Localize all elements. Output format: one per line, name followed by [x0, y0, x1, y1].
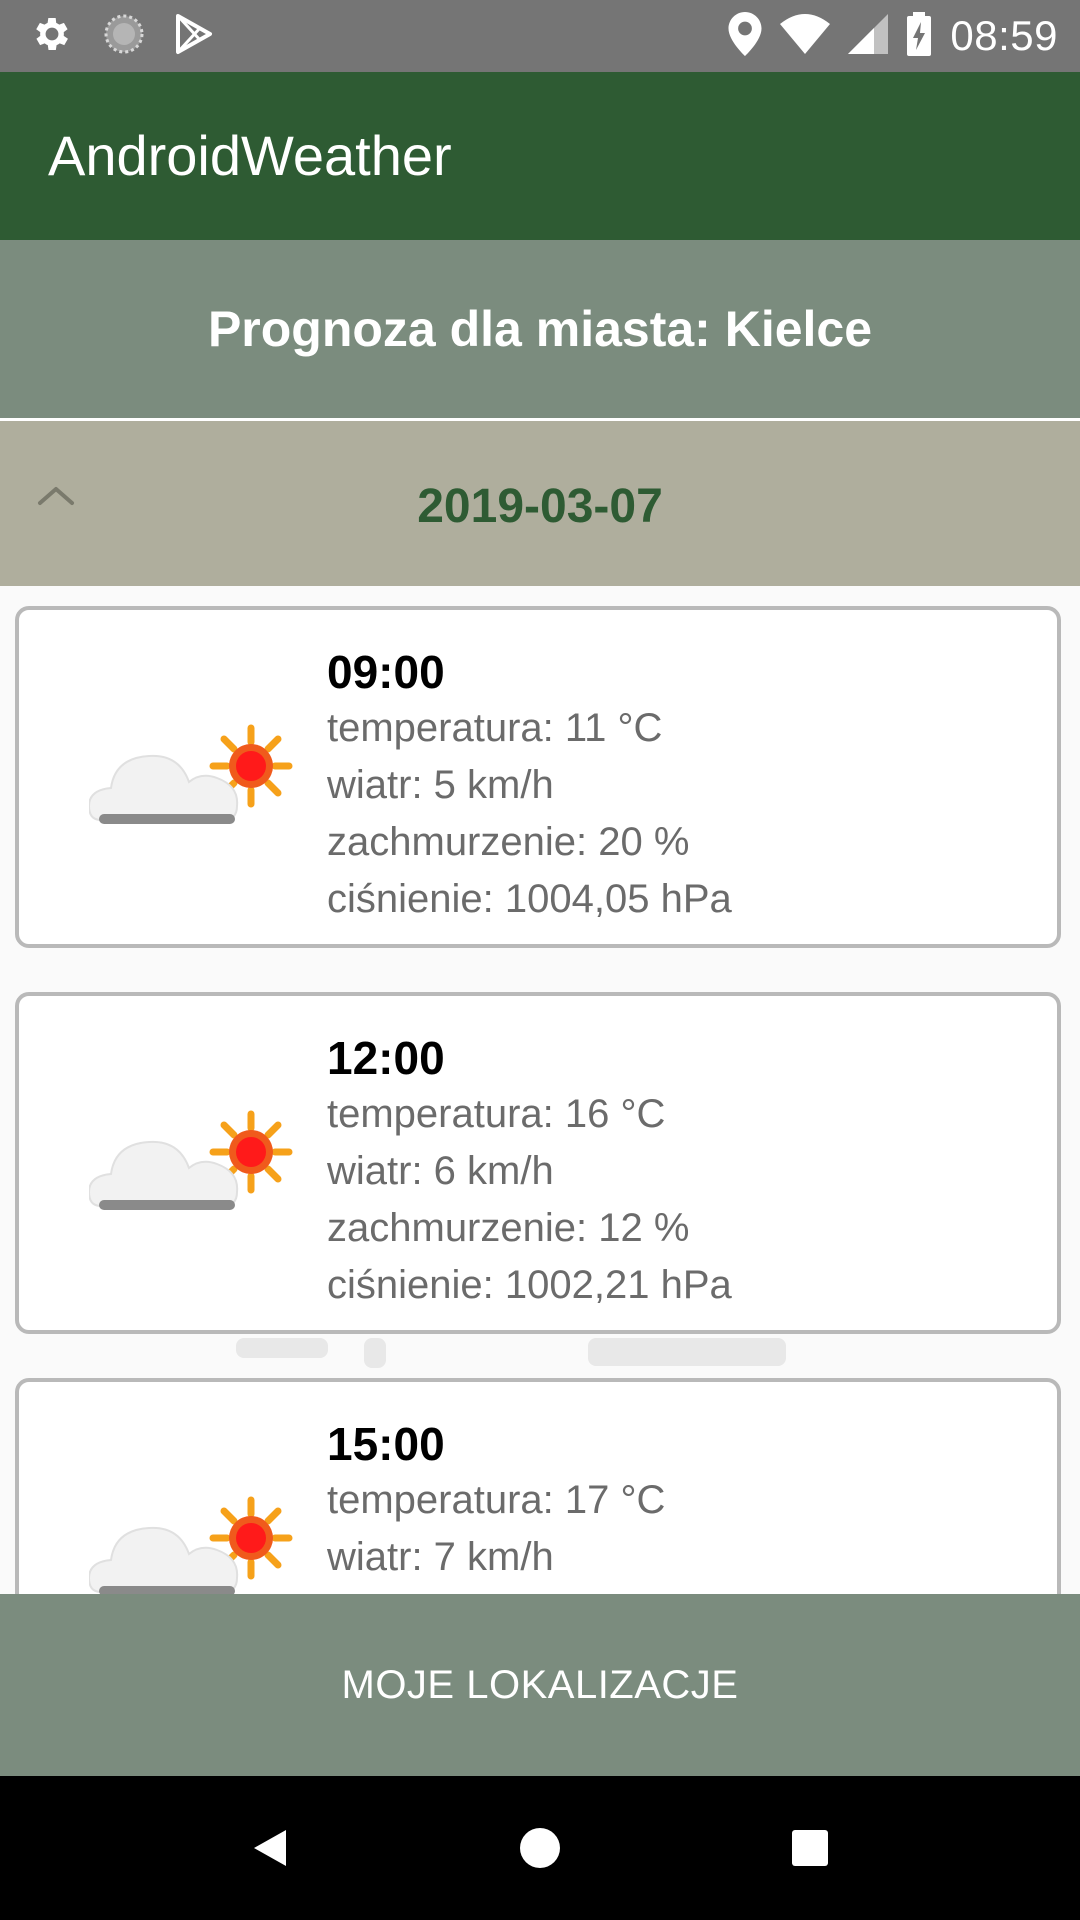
forecast-wind: wiatr: 5 km/h — [327, 763, 554, 807]
forecast-temperature: temperatura: 11 °C — [327, 706, 663, 750]
forecast-card[interactable]: 09:00 temperatura: 11 °C wiatr: 5 km/h z… — [15, 606, 1061, 948]
app-title: AndroidWeather — [48, 124, 452, 187]
background-artifact — [588, 1338, 786, 1366]
status-bar-left — [30, 12, 214, 60]
forecast-temperature: temperatura: 17 °C — [327, 1478, 666, 1522]
app-bar: AndroidWeather — [0, 72, 1080, 240]
back-icon[interactable] — [234, 1812, 306, 1884]
location-icon — [728, 11, 762, 61]
date-group-header[interactable]: 2019-03-07 — [0, 421, 1080, 586]
forecast-wind: wiatr: 7 km/h — [327, 1535, 554, 1579]
forecast-pressure: ciśnienie: 1002,21 hPa — [327, 1263, 732, 1307]
background-artifact — [364, 1338, 386, 1368]
sync-icon — [102, 12, 146, 61]
gear-icon — [30, 12, 74, 61]
forecast-details: 12:00 temperatura: 16 °C wiatr: 6 km/h z… — [327, 1030, 732, 1314]
home-icon[interactable] — [504, 1812, 576, 1884]
status-bar-right: 08:59 — [728, 10, 1058, 62]
cell-signal-icon — [848, 13, 889, 59]
forecast-list[interactable]: 09:00 temperatura: 11 °C wiatr: 5 km/h z… — [0, 586, 1080, 1594]
partly-cloudy-icon — [87, 1088, 309, 1228]
recents-icon[interactable] — [774, 1812, 846, 1884]
city-header-label: Prognoza dla miasta: Kielce — [207, 301, 873, 357]
status-time: 08:59 — [950, 12, 1058, 59]
date-label: 2019-03-07 — [417, 480, 663, 533]
forecast-details: 15:00 temperatura: 17 °C wiatr: 7 km/h — [327, 1416, 665, 1586]
my-locations-button[interactable]: MOJE LOKALIZACJE — [0, 1594, 1080, 1776]
forecast-clouds: zachmurzenie: 12 % — [327, 1206, 690, 1250]
forecast-temperature: temperatura: 16 °C — [327, 1092, 666, 1136]
navigation-bar — [0, 1776, 1080, 1920]
forecast-details: 09:00 temperatura: 11 °C wiatr: 5 km/h z… — [327, 644, 732, 928]
forecast-wind: wiatr: 6 km/h — [327, 1149, 554, 1193]
play-store-icon — [174, 12, 214, 61]
forecast-card[interactable]: 12:00 temperatura: 16 °C wiatr: 6 km/h z… — [15, 992, 1061, 1334]
background-artifact — [236, 1338, 328, 1358]
forecast-clouds: zachmurzenie: 20 % — [327, 820, 690, 864]
partly-cloudy-icon — [87, 1474, 309, 1594]
forecast-time: 12:00 — [327, 1032, 445, 1084]
forecast-pressure: ciśnienie: 1004,05 hPa — [327, 877, 732, 921]
battery-charging-icon — [906, 11, 932, 61]
forecast-card[interactable]: 15:00 temperatura: 17 °C wiatr: 7 km/h — [15, 1378, 1061, 1594]
city-header: Prognoza dla miasta: Kielce — [0, 240, 1080, 418]
forecast-time: 15:00 — [327, 1418, 445, 1470]
status-bar: 08:59 — [0, 0, 1080, 72]
forecast-time: 09:00 — [327, 646, 445, 698]
partly-cloudy-icon — [87, 702, 309, 842]
my-locations-label: MOJE LOKALIZACJE — [341, 1662, 739, 1707]
wifi-icon — [780, 13, 831, 59]
